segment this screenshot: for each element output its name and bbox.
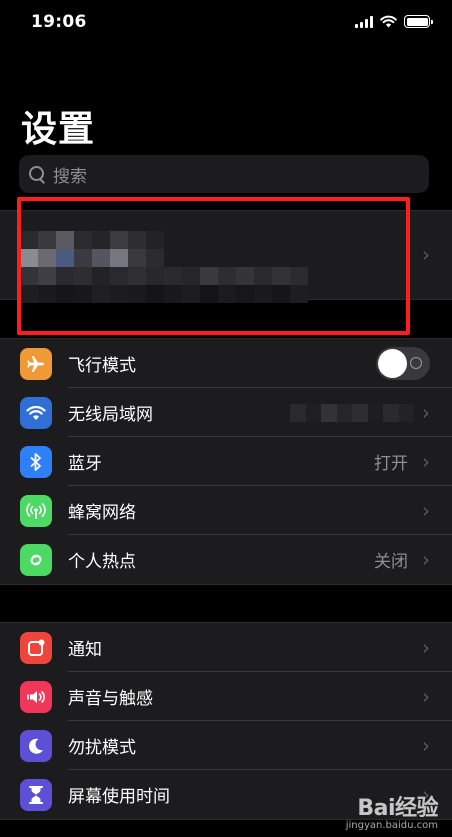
row-label: 飞行模式 (68, 356, 136, 376)
row-label: 蓝牙 (68, 454, 102, 474)
status-icons (355, 15, 433, 28)
hotspot-icon (20, 543, 52, 576)
signal-icon (355, 15, 373, 28)
cellular-icon (20, 494, 52, 527)
row-cellular[interactable]: 蜂窝网络 › (0, 486, 452, 535)
wifi-status-icon (380, 15, 397, 28)
watermark-url: jingyan.baidu.com (345, 820, 438, 831)
search-input[interactable]: 搜索 (19, 155, 429, 193)
row-label: 无线局域网 (68, 405, 153, 425)
notification-icon (20, 631, 52, 664)
row-sounds-haptics[interactable]: 声音与触感 › (0, 672, 452, 721)
chevron-right-icon: › (422, 449, 430, 474)
row-label: 声音与触感 (68, 689, 153, 709)
watermark-brand: Bai经验 (357, 796, 438, 821)
bluetooth-icon (20, 445, 52, 478)
row-personal-hotspot[interactable]: 个人热点 关闭 › (0, 535, 452, 584)
battery-icon (404, 15, 433, 28)
status-time: 19:06 (31, 12, 87, 32)
row-value: 打开 (374, 454, 408, 474)
chevron-right-icon: › (422, 400, 430, 425)
hourglass-icon (20, 778, 52, 811)
search-icon (29, 165, 46, 183)
row-notifications[interactable]: 通知 › (0, 623, 452, 672)
row-label: 蜂窝网络 (68, 503, 136, 523)
search-placeholder: 搜索 (53, 166, 87, 187)
chevron-right-icon: › (422, 733, 430, 758)
row-label: 通知 (68, 640, 102, 660)
wifi-icon (20, 396, 52, 429)
sound-icon (20, 680, 52, 713)
airplane-mode-toggle[interactable] (376, 347, 430, 380)
chevron-right-icon: › (422, 498, 430, 523)
row-airplane-mode[interactable]: 飞行模式 (0, 339, 452, 388)
pixelated-wifi-name (290, 403, 414, 422)
status-bar: 19:06 (0, 0, 452, 46)
network-settings-group: 飞行模式 无线局域网 › 蓝牙 打开 › 蜂窝网络 › 个人热点 关闭 › (0, 338, 452, 585)
row-label: 勿扰模式 (68, 738, 136, 758)
airplane-icon (20, 347, 52, 380)
chevron-right-icon: › (422, 635, 430, 660)
row-label: 屏幕使用时间 (68, 787, 170, 807)
row-label: 个人热点 (68, 552, 136, 572)
chevron-right-icon: › (422, 242, 430, 267)
red-highlight-box (17, 197, 410, 335)
watermark: Bai经验 jingyan.baidu.com (345, 790, 439, 831)
chevron-right-icon: › (422, 684, 430, 709)
row-do-not-disturb[interactable]: 勿扰模式 › (0, 721, 452, 770)
moon-icon (20, 729, 52, 762)
page-title: 设置 (21, 109, 96, 150)
row-wifi[interactable]: 无线局域网 › (0, 388, 452, 437)
chevron-right-icon: › (422, 547, 430, 572)
row-bluetooth[interactable]: 蓝牙 打开 › (0, 437, 452, 486)
row-value: 关闭 (374, 552, 408, 572)
